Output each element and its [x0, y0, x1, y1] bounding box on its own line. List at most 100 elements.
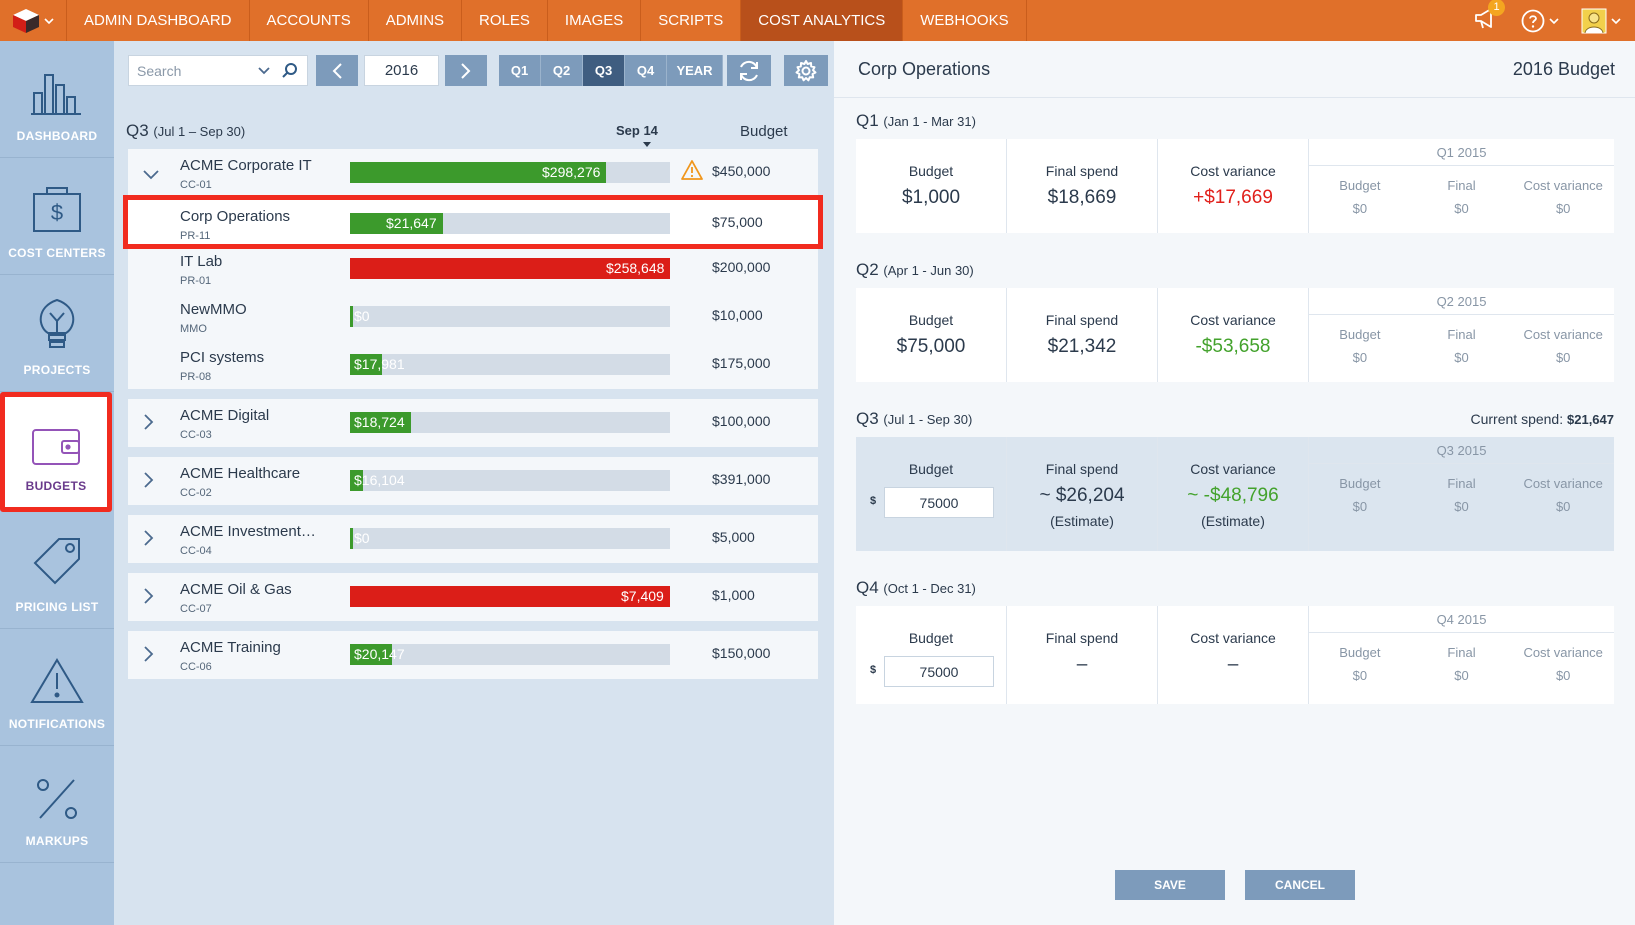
spend-progress-bar: $21,647 [350, 213, 670, 234]
search-input[interactable]: Search [128, 55, 308, 86]
cost-variance-cell: Cost variance -$53,658 [1158, 288, 1309, 382]
cost-center-code: CC-06 [180, 661, 212, 673]
previous-year-comparison: Q1 2015 Budget $0 Final $0 Cost variance $0 [1309, 139, 1614, 233]
next-year-button[interactable] [445, 55, 487, 86]
cost-center-row[interactable]: ACME Corporate IT CC-01 $298,276 $450,000 [128, 149, 818, 197]
project-name: Corp Operations [180, 208, 291, 225]
prev-year-button[interactable] [316, 55, 358, 86]
prev-variance-label: Cost variance [1523, 178, 1603, 193]
quarter-title: Q4 (Oct 1 - Dec 31) [856, 578, 1614, 598]
current-spend: Current spend: $21,647 [1471, 411, 1615, 427]
cost-center-row[interactable]: ACME Oil & Gas CC-07 $7,409 $1,000 [128, 573, 818, 621]
prev-budget: Budget $0 [1309, 166, 1411, 216]
nav-admin-dashboard[interactable]: ADMIN DASHBOARD [67, 0, 250, 41]
cost-center-row[interactable]: ACME Investment… CC-04 $0 $5,000 [128, 515, 818, 563]
project-row[interactable]: NewMMO MMO $0 $10,000 [128, 293, 818, 341]
project-name: PCI systems [180, 349, 265, 366]
chevron-down-icon [1611, 17, 1621, 24]
cost-variance-value: +$17,669 [1193, 187, 1273, 208]
budget-value: $1,000 [901, 187, 961, 208]
cost-center-group: ACME Training CC-06 $20,147 $150,000 [128, 631, 818, 679]
spend-amount: $258,648 [606, 260, 665, 276]
prev-variance: Cost variance $0 [1512, 166, 1614, 216]
sidebar-item-markups[interactable]: MARKUPS [0, 746, 114, 863]
cost-center-name: ACME Investment… [180, 523, 316, 540]
tab-q1[interactable]: Q1 [499, 55, 541, 86]
tab-q4[interactable]: Q4 [625, 55, 667, 86]
project-row[interactable]: Corp Operations PR-11 $21,647 $75,000 [123, 195, 823, 249]
sidebar-item-projects[interactable]: PROJECTS [0, 275, 114, 392]
nav-cost-analytics[interactable]: COST ANALYTICS [741, 0, 904, 41]
cost-center-group: ACME Digital CC-03 $18,724 $100,000 [128, 399, 818, 447]
cost-center-row[interactable]: ACME Training CC-06 $20,147 $150,000 [128, 631, 818, 679]
project-row[interactable]: IT Lab PR-01 $258,648 $200,000 [128, 245, 818, 293]
collapse-chevron-icon[interactable] [142, 163, 160, 186]
project-code: PR-11 [180, 230, 211, 242]
q4-budget-input[interactable] [884, 656, 994, 687]
chevron-down-icon[interactable] [257, 66, 271, 76]
budget-amount: $450,000 [712, 163, 771, 179]
left-sidebar: DASHBOARD $ COST CENTERS PROJECTS BUDGET… [0, 41, 114, 925]
final-spend-value: $18,669 [1047, 187, 1117, 208]
app-logo-menu[interactable] [0, 0, 67, 41]
currency-symbol: $ [870, 664, 877, 676]
sidebar-item-budgets[interactable]: BUDGETS [0, 392, 112, 512]
cancel-button[interactable]: CANCEL [1245, 870, 1355, 900]
quarter-name: Q4 [856, 578, 879, 597]
previous-year-title: Q3 2015 [1309, 437, 1614, 464]
expand-chevron-icon[interactable] [142, 645, 154, 669]
expand-chevron-icon[interactable] [142, 529, 154, 553]
final-spend-label: Final spend [1045, 461, 1119, 477]
nav-scripts[interactable]: SCRIPTS [641, 0, 742, 41]
sidebar-item-notifications[interactable]: NOTIFICATIONS [0, 629, 114, 746]
percent-icon [37, 779, 77, 819]
cost-center-row[interactable]: ACME Digital CC-03 $18,724 $100,000 [128, 399, 818, 447]
sidebar-label: MARKUPS [25, 834, 89, 848]
save-button[interactable]: SAVE [1115, 870, 1225, 900]
toolbar: Search 2016 Q1 Q2 Q3 Q4 YEAR [128, 55, 828, 86]
previous-year-title: Q2 2015 [1309, 288, 1614, 315]
tab-q3[interactable]: Q3 [583, 55, 625, 86]
settings-button[interactable] [784, 55, 828, 86]
spend-amount: $16,104 [354, 472, 405, 488]
prev-final: Final $0 [1411, 315, 1513, 365]
cost-center-row[interactable]: ACME Healthcare CC-02 $16,104 $391,000 [128, 457, 818, 505]
search-icon[interactable] [281, 62, 299, 80]
spend-amount: $0 [354, 308, 370, 324]
budget-amount: $10,000 [712, 307, 763, 323]
sidebar-label: PROJECTS [23, 363, 91, 377]
expand-chevron-icon[interactable] [142, 587, 154, 611]
prev-variance-label: Cost variance [1523, 327, 1603, 342]
tab-q2[interactable]: Q2 [541, 55, 583, 86]
user-menu[interactable] [1581, 8, 1621, 34]
sidebar-item-cost-centers[interactable]: $ COST CENTERS [0, 158, 114, 275]
chevron-right-icon [461, 62, 471, 79]
project-row[interactable]: PCI systems PR-08 $17,981 $175,000 [128, 341, 818, 389]
nav-images[interactable]: IMAGES [548, 0, 642, 41]
tab-year[interactable]: YEAR [667, 55, 723, 86]
cost-variance-cell: Cost variance ~ -$48,796 (Estimate) [1158, 437, 1309, 551]
announcements-button[interactable]: 1 [1473, 0, 1505, 35]
price-tag-icon [33, 538, 80, 585]
quarter-range: (Jan 1 - Mar 31) [883, 114, 976, 129]
nav-admins[interactable]: ADMINS [369, 0, 463, 41]
gear-icon [795, 59, 817, 81]
sidebar-item-dashboard[interactable]: DASHBOARD [0, 41, 114, 158]
expand-chevron-icon[interactable] [142, 471, 154, 495]
expand-chevron-icon[interactable] [142, 413, 154, 437]
year-field[interactable]: 2016 [364, 55, 439, 86]
quarter-card: Budget $1,000 Final spend $18,669 Cost var… [856, 139, 1614, 233]
help-menu[interactable] [1521, 9, 1559, 33]
nav-roles[interactable]: ROLES [462, 0, 548, 41]
q3-budget-input[interactable] [884, 487, 994, 518]
spend-amount: $18,724 [354, 414, 405, 430]
nav-accounts[interactable]: ACCOUNTS [250, 0, 369, 41]
nav-webhooks[interactable]: WEBHOOKS [903, 0, 1027, 41]
quarter-selector: Q1 Q2 Q3 Q4 YEAR [499, 55, 723, 86]
refresh-button[interactable] [727, 55, 771, 86]
notification-badge: 1 [1488, 0, 1505, 16]
previous-year-title: Q1 2015 [1309, 139, 1614, 166]
budget-list-panel: Search 2016 Q1 Q2 Q3 Q4 YEAR Q3 (Jul 1 –… [114, 41, 834, 925]
sidebar-item-pricing-list[interactable]: PRICING LIST [0, 512, 114, 629]
final-spend-value: $21,342 [1047, 336, 1117, 357]
